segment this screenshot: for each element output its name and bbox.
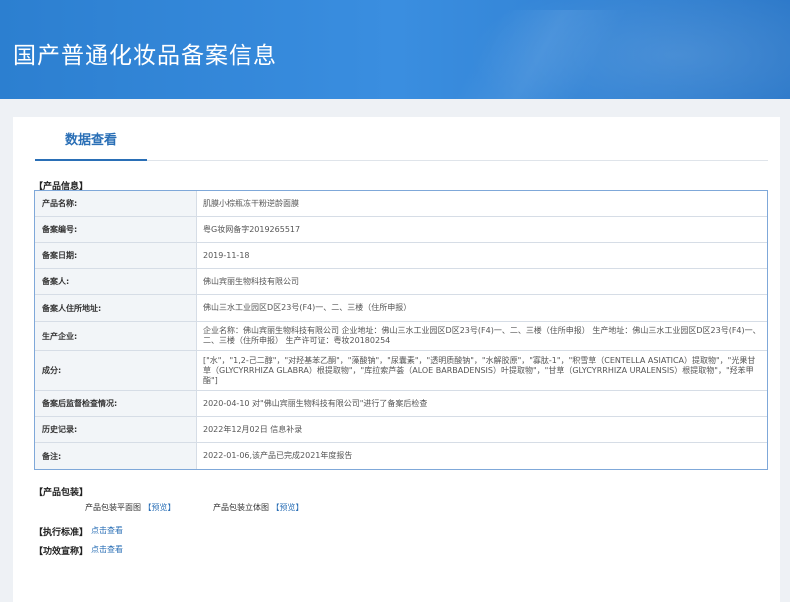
tab-bar: 数据查看 xyxy=(35,117,768,161)
packaging-flat-item: 产品包装平面图 【预览】 xyxy=(85,502,176,513)
header-banner: 国产普通化妆品备案信息 xyxy=(0,0,790,99)
product-info-table: 产品名称: 肌膜小棕瓶冻干粉逆龄面膜 备案编号: 粤G妆网备字201926551… xyxy=(34,190,768,470)
row-value: 佛山三水工业园区D区23号(F4)一、二、三楼（住所申报） xyxy=(203,303,412,312)
row-value: 肌膜小棕瓶冻干粉逆龄面膜 xyxy=(203,198,299,208)
row-value: 粤G妆网备字2019265517 xyxy=(203,224,301,234)
tab-data-view[interactable]: 数据查看 xyxy=(35,117,147,161)
table-row: 历史记录: 2022年12月02日 信息补录 xyxy=(35,417,767,443)
table-row: 备案后监督检查情况: 2020-04-10 对"佛山宾丽生物科技有限公司"进行了… xyxy=(35,391,767,417)
table-row: 备案编号: 粤G妆网备字2019265517 xyxy=(35,217,767,243)
row-label: 备案人: xyxy=(35,269,197,294)
table-row: 备案人: 佛山宾丽生物科技有限公司 xyxy=(35,269,767,295)
efficacy-view-link[interactable]: 点击查看 xyxy=(91,544,123,555)
packaging-flat-label: 产品包装平面图 xyxy=(85,503,141,512)
row-value: 2020-04-10 对"佛山宾丽生物科技有限公司"进行了备案后检查 xyxy=(203,398,428,408)
banner-decoration-2 xyxy=(410,10,670,99)
row-label: 备注: xyxy=(35,443,197,469)
row-label: 历史记录: xyxy=(35,417,197,442)
row-label: 产品名称: xyxy=(35,191,197,216)
packaging-section-label: 【产品包装】 xyxy=(34,488,89,498)
row-value: ["水"，"1,2-己二醇"，"对羟基苯乙酮"，"藻酸钠"，"尿囊素"，"透明质… xyxy=(203,355,756,385)
table-row: 成分: ["水"，"1,2-己二醇"，"对羟基苯乙酮"，"藻酸钠"，"尿囊素"，… xyxy=(35,351,767,391)
row-value: 2019-11-18 xyxy=(203,250,250,260)
row-value: 企业名称：佛山宾丽生物科技有限公司 企业地址：佛山三水工业园区D区23号(F4)… xyxy=(203,326,761,345)
row-value: 2022-01-06,该产品已完成2021年度报告 xyxy=(203,451,353,460)
standard-section-label: 【执行标准】 xyxy=(34,528,89,538)
row-label: 备案后监督检查情况: xyxy=(35,391,197,416)
row-label: 备案编号: xyxy=(35,217,197,242)
table-row: 备案人住所地址: 佛山三水工业园区D区23号(F4)一、二、三楼（住所申报） xyxy=(35,295,767,322)
main-panel: 数据查看 【产品信息】 产品名称: 肌膜小棕瓶冻干粉逆龄面膜 备案编号: 粤G妆… xyxy=(13,117,780,602)
table-row: 生产企业: 企业名称：佛山宾丽生物科技有限公司 企业地址：佛山三水工业园区D区2… xyxy=(35,322,767,351)
packaging-stereo-item: 产品包装立体图 【预览】 xyxy=(213,502,304,513)
row-label: 成分: xyxy=(35,351,197,390)
packaging-stereo-preview-link[interactable]: 【预览】 xyxy=(272,503,304,512)
packaging-flat-preview-link[interactable]: 【预览】 xyxy=(144,503,176,512)
page-title: 国产普通化妆品备案信息 xyxy=(13,43,277,69)
packaging-stereo-label: 产品包装立体图 xyxy=(213,503,269,512)
row-value: 佛山宾丽生物科技有限公司 xyxy=(203,276,299,286)
row-value: 2022年12月02日 信息补录 xyxy=(203,424,303,434)
table-row: 备注: 2022-01-06,该产品已完成2021年度报告 xyxy=(35,443,767,469)
standard-view-link[interactable]: 点击查看 xyxy=(91,525,123,536)
table-row: 产品名称: 肌膜小棕瓶冻干粉逆龄面膜 xyxy=(35,191,767,217)
efficacy-section-label: 【功效宣称】 xyxy=(34,547,89,557)
table-row: 备案日期: 2019-11-18 xyxy=(35,243,767,269)
row-label: 备案人住所地址: xyxy=(35,295,197,321)
row-label: 备案日期: xyxy=(35,243,197,268)
row-label: 生产企业: xyxy=(35,322,197,350)
